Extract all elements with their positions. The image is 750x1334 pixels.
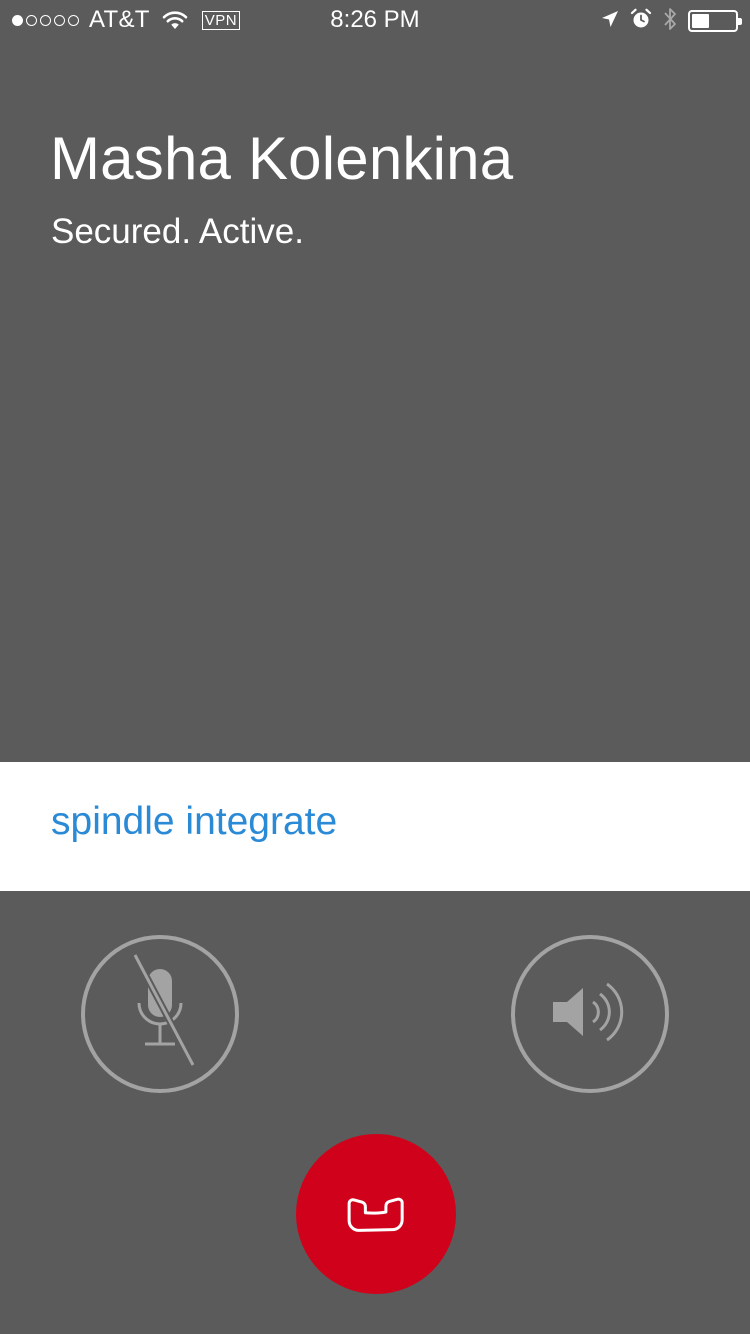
location-arrow-icon	[600, 9, 620, 34]
battery-icon	[688, 10, 742, 32]
status-bar-right	[600, 6, 742, 37]
status-bar: AT&T VPN 8:26 PM	[0, 0, 750, 40]
call-screen: AT&T VPN 8:26 PM Masha Kolenkina Secured…	[0, 0, 750, 1334]
speaker-button[interactable]	[511, 935, 669, 1093]
microphone-muted-icon	[115, 947, 205, 1082]
bluetooth-icon	[662, 6, 678, 37]
call-status: Secured. Active.	[51, 212, 304, 251]
mute-button[interactable]	[81, 935, 239, 1093]
caller-name: Masha Kolenkina	[50, 125, 514, 192]
phone-hangup-icon	[331, 1167, 421, 1262]
alarm-clock-icon	[630, 8, 652, 35]
battery-tip	[738, 18, 742, 25]
battery-level-fill	[692, 14, 709, 28]
end-call-button[interactable]	[296, 1134, 456, 1294]
spindle-integrate-link[interactable]: spindle integrate	[51, 800, 337, 844]
speaker-icon	[545, 972, 635, 1057]
